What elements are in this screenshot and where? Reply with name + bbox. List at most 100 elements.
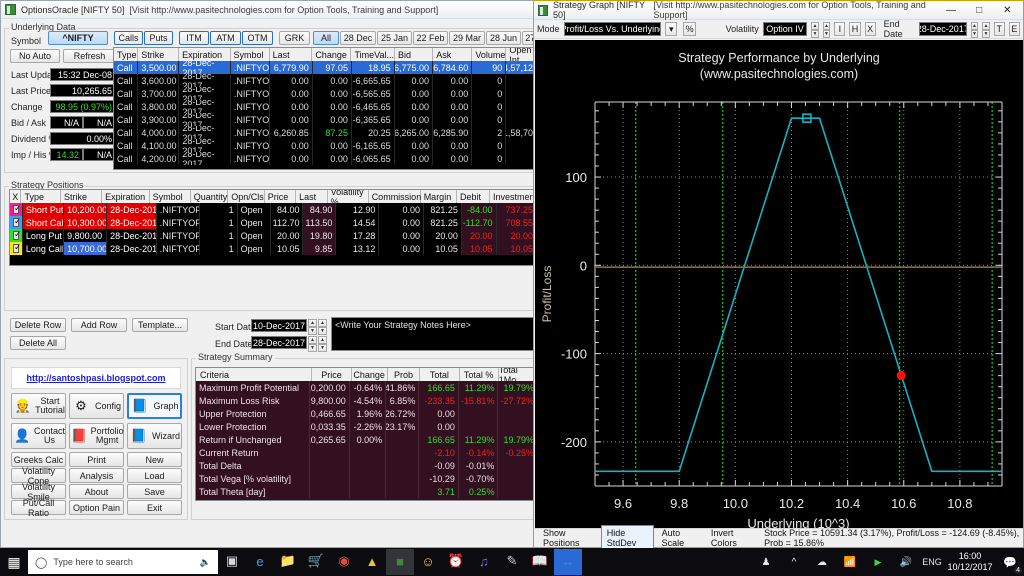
chain-col-7[interactable]: Bid <box>395 48 433 61</box>
expiry-tab-28-dec[interactable]: 28 Dec <box>340 31 376 45</box>
vol-i-button[interactable]: I <box>834 22 845 36</box>
end-date-spinner-2[interactable]: ▲▼ <box>318 336 327 349</box>
filter-grk-button[interactable]: GRK <box>279 31 310 45</box>
option-chain-table[interactable]: TypeStrikeExpirationSymbolLastChangeTime… <box>113 47 543 170</box>
table-row[interactable]: Long Call10,700.0028-Dec-2017.NIFTYOP...… <box>10 242 537 255</box>
taskbar-clock[interactable]: 16:00 10/12/2017 <box>944 551 996 573</box>
graph-enddate-value[interactable]: 28-Dec-2017 <box>919 22 967 36</box>
contact-us-button[interactable]: 👤ContactUs <box>11 423 66 449</box>
wizard-button[interactable]: 📘Wizard <box>127 423 182 449</box>
filter-puts-button[interactable]: Puts <box>144 31 173 45</box>
chrome-icon[interactable]: ◉ <box>330 549 358 575</box>
delete-all-button[interactable]: Delete All <box>10 336 66 350</box>
cursor-marker[interactable] <box>897 371 906 380</box>
positions-col-5[interactable]: Quantity <box>191 190 229 203</box>
paint-icon[interactable]: ✎ <box>498 549 526 575</box>
positions-col-8[interactable]: Last <box>296 190 327 203</box>
date-e-button[interactable]: E <box>1009 22 1020 36</box>
graph-taskbar-icon[interactable]: ↔ <box>554 549 582 575</box>
volatility-spinner-1[interactable]: ▲▼ <box>811 22 818 36</box>
row-checkbox[interactable] <box>13 231 19 240</box>
filter-otm-button[interactable]: OTM <box>242 31 273 45</box>
network-icon[interactable]: 📶 <box>836 548 864 576</box>
play-icon[interactable]: ▶ <box>864 548 892 576</box>
auto-scale-button[interactable]: Auto Scale <box>656 525 703 551</box>
people-icon[interactable]: ♟ <box>752 548 780 576</box>
start-date-field[interactable]: 10-Dec-2017 <box>251 319 307 332</box>
enddate-spinner-2[interactable]: ▲▼ <box>982 22 989 36</box>
blog-link[interactable]: http://santoshpasi.blogspot.com <box>27 373 166 383</box>
expiry-tab-22-feb[interactable]: 22 Feb <box>413 31 448 45</box>
positions-col-10[interactable]: Commission <box>369 190 421 203</box>
graph-button[interactable]: 📘Graph <box>127 393 182 419</box>
tool-button-about[interactable]: About <box>69 484 124 499</box>
positions-col-1[interactable]: Type <box>21 190 60 203</box>
tool-button-exit[interactable]: Exit <box>127 500 182 515</box>
summary-table[interactable]: CriteriaPriceChangeProbTotalTotal %Total… <box>195 367 539 501</box>
summary-col-5[interactable]: Total % <box>460 368 499 381</box>
volume-icon[interactable]: 🔊 <box>892 548 920 576</box>
file-explorer-icon[interactable]: 📁 <box>274 549 302 575</box>
enddate-spinner-1[interactable]: ▲▼ <box>971 22 978 36</box>
option-chain-row[interactable]: Call3,600.0028-Dec-2017.NIFTYO...0.000.0… <box>114 74 542 87</box>
end-date-field[interactable]: 28-Dec-2017 <box>251 336 307 349</box>
row-select-cell[interactable] <box>10 229 23 242</box>
portfolio-mgmt-button[interactable]: 📕PortfolioMgmt <box>69 423 124 449</box>
drive-icon[interactable]: ▲ <box>358 549 386 575</box>
mode-select-value[interactable]: Profit/Loss Vs. Underlying <box>564 22 662 36</box>
template-button[interactable]: Template... <box>132 318 188 332</box>
tool-button-load[interactable]: Load <box>127 468 182 483</box>
option-chain-row[interactable]: Call3,500.0028-Dec-2017.NIFTYO...6,779.9… <box>114 61 542 74</box>
onedrive-icon[interactable]: ☁ <box>808 548 836 576</box>
table-row[interactable]: Short Call10,300.0028-Dec-2017.NIFTYOP..… <box>10 216 537 229</box>
add-row-button[interactable]: Add Row <box>71 318 127 332</box>
chain-col-0[interactable]: Type <box>114 48 138 61</box>
hide-stddev-button[interactable]: Hide StdDev <box>601 525 654 551</box>
search-input[interactable]: ◯ Type here to search 🔈 <box>28 550 218 574</box>
start-date-spinner-1[interactable]: ▲▼ <box>308 319 317 332</box>
positions-col-13[interactable]: Investment <box>490 190 537 203</box>
option-chain-row[interactable]: Call4,100.0028-Dec-2017.NIFTYO...0.000.0… <box>114 139 542 152</box>
chain-col-2[interactable]: Expiration <box>179 48 230 61</box>
optionsoracle-taskbar-icon[interactable]: ■ <box>386 549 414 575</box>
positions-col-0[interactable]: X <box>10 190 21 203</box>
vol-h-button[interactable]: H <box>849 22 860 36</box>
tool-button-print[interactable]: Print <box>69 452 124 467</box>
volatility-spinner-2[interactable]: ▲▼ <box>823 22 830 36</box>
table-row[interactable]: Long Put9,800.0028-Dec-2017.NIFTYOP...1O… <box>10 229 537 242</box>
filter-atm-button[interactable]: ATM <box>210 31 241 45</box>
no-auto-button[interactable]: No Auto <box>10 49 60 63</box>
blog-link-box[interactable]: http://santoshpasi.blogspot.com <box>11 367 181 389</box>
start-tutorial-button[interactable]: 👷StartTutorial <box>11 393 66 419</box>
media-icon[interactable]: ♫ <box>470 549 498 575</box>
positions-col-6[interactable]: Opn/Cls <box>228 190 265 203</box>
option-chain-row[interactable]: Call4,200.0028-Dec-2017.NIFTYO...0.000.0… <box>114 152 542 165</box>
config-button[interactable]: ⚙Config <box>69 393 124 419</box>
row-select-cell[interactable] <box>10 203 23 216</box>
summary-col-0[interactable]: Criteria <box>196 368 312 381</box>
percent-toggle-button[interactable]: % <box>683 22 696 36</box>
expiry-tab-28-jun[interactable]: 28 Jun <box>486 31 521 45</box>
chevron-down-icon[interactable]: ▾ <box>665 22 677 36</box>
volatility-value[interactable]: Option IV <box>763 22 808 36</box>
microphone-icon[interactable]: 🔈 <box>200 557 211 568</box>
positions-body[interactable]: Short Put10,200.0028-Dec-2017.NIFTYOP...… <box>10 203 537 255</box>
summary-col-3[interactable]: Prob <box>388 368 421 381</box>
start-button[interactable]: ▦ <box>0 548 28 576</box>
expiry-tab-all[interactable]: All <box>313 31 339 45</box>
row-checkbox[interactable] <box>13 205 19 214</box>
option-chain-row[interactable]: Call3,800.0028-Dec-2017.NIFTYO...0.000.0… <box>114 100 542 113</box>
chain-col-6[interactable]: TimeVal... <box>351 48 395 61</box>
positions-col-4[interactable]: Symbol <box>150 190 191 203</box>
chain-col-4[interactable]: Last <box>270 48 313 61</box>
positions-col-12[interactable]: Debit <box>457 190 490 203</box>
positions-col-11[interactable]: Margin <box>421 190 457 203</box>
expiry-tab-25-jan[interactable]: 25 Jan <box>377 31 412 45</box>
option-chain-row[interactable]: Call3,900.0028-Dec-2017.NIFTYO...0.000.0… <box>114 113 542 126</box>
row-checkbox[interactable] <box>13 218 19 227</box>
tool-button-save[interactable]: Save <box>127 484 182 499</box>
summary-col-2[interactable]: Change <box>352 368 388 381</box>
table-row[interactable]: Short Put10,200.0028-Dec-2017.NIFTYOP...… <box>10 203 537 216</box>
chain-col-9[interactable]: Volume <box>472 48 506 61</box>
book-icon[interactable]: 📖 <box>526 549 554 575</box>
